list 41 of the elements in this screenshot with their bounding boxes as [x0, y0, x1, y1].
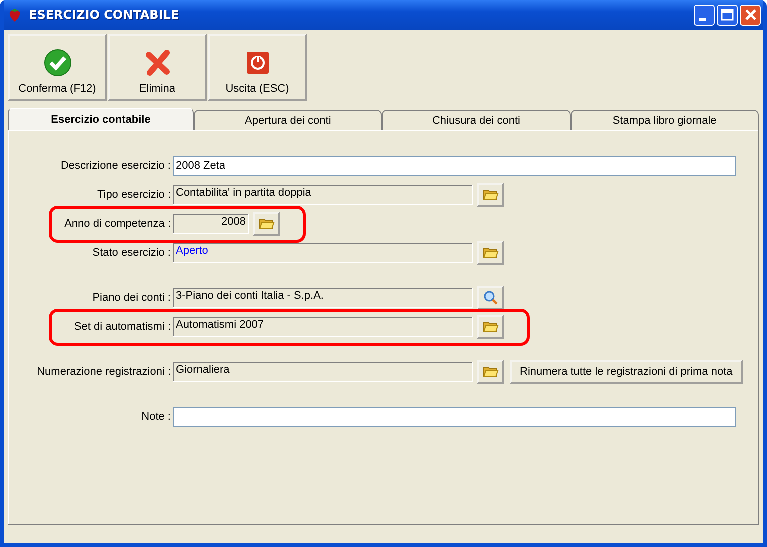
readonly-field[interactable]: Aperto	[173, 243, 473, 263]
readonly-field[interactable]: Contabilita' in partita doppia	[173, 185, 473, 205]
field-label: Tipo esercizio :	[96, 189, 171, 201]
input-field[interactable]	[173, 407, 736, 427]
minimize-icon	[699, 18, 706, 20]
readonly-field[interactable]: Giornaliera	[173, 362, 473, 382]
cross-icon	[144, 49, 172, 77]
maximize-icon	[721, 9, 734, 21]
window-title: ESERCIZIO CONTABILE	[29, 8, 180, 22]
close-icon	[744, 9, 756, 21]
browse-button[interactable]	[253, 212, 280, 236]
tab[interactable]: Chiusura dei conti	[382, 110, 571, 130]
browse-button[interactable]	[477, 241, 504, 265]
toolbar-button[interactable]: Elimina	[108, 34, 207, 101]
field-label: Set di automatismi :	[73, 321, 171, 333]
browse-button[interactable]	[477, 183, 504, 207]
strawberry-icon	[7, 7, 23, 23]
tab[interactable]: Apertura dei conti	[194, 110, 382, 130]
check-icon	[44, 49, 72, 77]
field-label: Note :	[140, 411, 171, 423]
minimize-button[interactable]	[694, 4, 715, 26]
input-field[interactable]: 2008 Zeta	[173, 156, 736, 176]
search-icon	[482, 290, 498, 306]
renumber-button[interactable]: Rinumera tutte le registrazioni di prima nota	[510, 360, 743, 384]
search-button[interactable]	[477, 286, 504, 310]
tab[interactable]: Stampa libro giornale	[570, 110, 759, 130]
close-button[interactable]	[740, 4, 761, 26]
toolbar-button[interactable]: Uscita (ESC)	[208, 34, 307, 101]
field-label: Stato esercizio :	[92, 247, 171, 259]
readonly-field[interactable]: 3-Piano dei conti Italia - S.p.A.	[173, 288, 473, 308]
readonly-field[interactable]: Automatismi 2007	[173, 317, 473, 337]
field-label: Piano dei conti :	[92, 292, 171, 304]
readonly-field[interactable]: 2008	[173, 214, 249, 234]
field-label: Descrizione esercizio :	[60, 160, 171, 172]
browse-button[interactable]	[477, 360, 504, 384]
field-label: Anno di competenza :	[64, 218, 171, 230]
maximize-button[interactable]	[717, 4, 738, 26]
field-label: Numerazione registrazioni :	[36, 366, 171, 378]
tab[interactable]: Esercizio contabile	[8, 108, 194, 130]
browse-button[interactable]	[477, 315, 504, 339]
toolbar-button[interactable]: Conferma (F12)	[8, 34, 107, 101]
